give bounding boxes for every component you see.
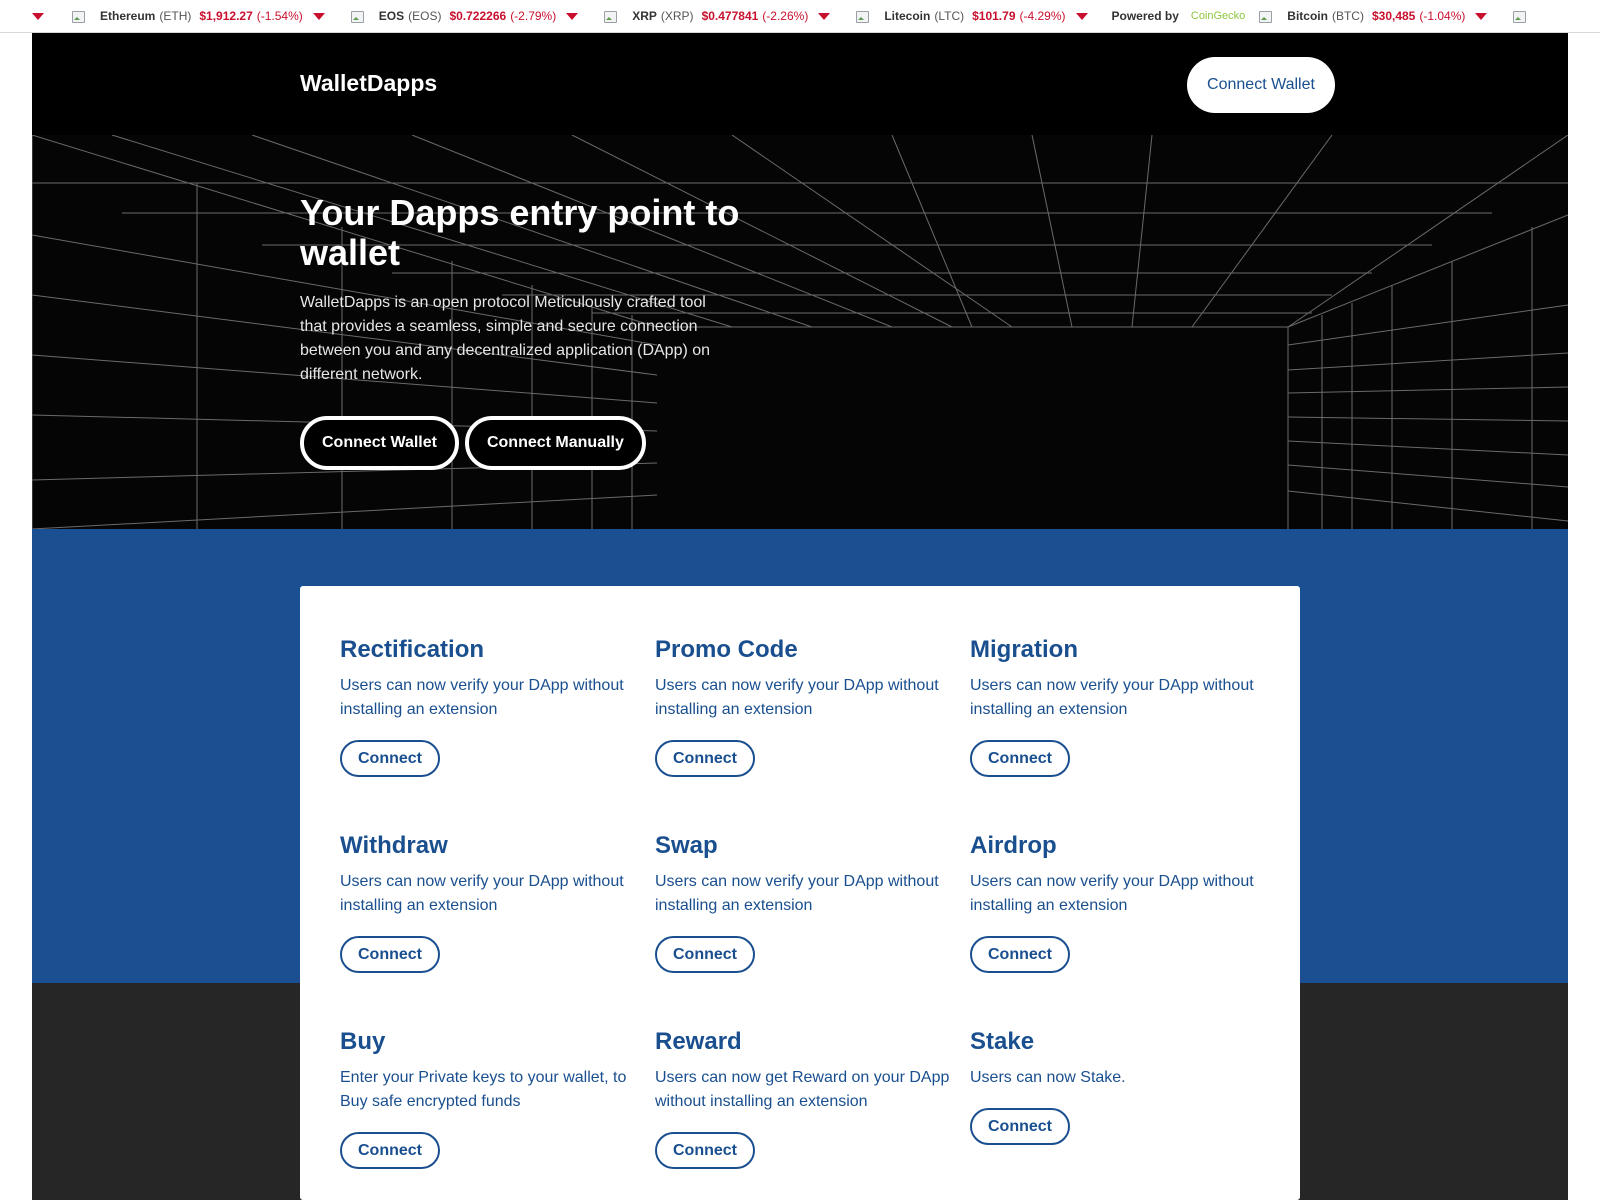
- feature-promo-code: Promo Code Users can now verify your DAp…: [655, 636, 955, 777]
- feature-withdraw: Withdraw Users can now verify your DApp …: [340, 832, 640, 973]
- feature-airdrop: Airdrop Users can now verify your DApp w…: [970, 832, 1270, 973]
- powered-by: Powered by CoinGecko: [1112, 9, 1246, 23]
- perspective-grid-graphic: [32, 135, 1568, 529]
- broken-image-icon: [349, 8, 365, 24]
- ticker-item-eos[interactable]: EOS (EOS) $0.722266 (-2.79%): [349, 8, 579, 24]
- coin-price: $1,912.27: [199, 9, 253, 23]
- header-connect-wallet-button[interactable]: Connect Wallet: [1187, 57, 1335, 113]
- stake-connect-button[interactable]: Connect: [970, 1108, 1070, 1145]
- withdraw-connect-button[interactable]: Connect: [340, 936, 440, 973]
- feature-title: Promo Code: [655, 636, 798, 663]
- caret-down-icon: [566, 12, 579, 20]
- promo-code-connect-button[interactable]: Connect: [655, 740, 755, 777]
- feature-title: Buy: [340, 1028, 386, 1055]
- feature-description: Users can now verify your DApp without i…: [970, 873, 1254, 914]
- coin-price: $30,485: [1371, 9, 1416, 23]
- site-header: WalletDapps Connect Wallet: [32, 33, 1568, 135]
- coin-symbol: (XRP): [660, 9, 694, 23]
- coin-symbol: (LTC): [934, 9, 965, 23]
- feature-description: Users can now verify your DApp without i…: [340, 677, 624, 718]
- buy-connect-button[interactable]: Connect: [340, 1132, 440, 1169]
- feature-description: Users can now get Reward on your DApp wi…: [655, 1069, 950, 1110]
- rectification-connect-button[interactable]: Connect: [340, 740, 440, 777]
- coin-symbol: (ETH): [159, 9, 192, 23]
- feature-description: Users can now verify your DApp without i…: [655, 873, 939, 914]
- coin-name: Ethereum: [100, 9, 156, 23]
- coingecko-link[interactable]: CoinGecko: [1191, 10, 1245, 22]
- feature-title: Rectification: [340, 636, 485, 663]
- reward-connect-button[interactable]: Connect: [655, 1132, 755, 1169]
- coin-price: $0.477841: [701, 9, 759, 23]
- coin-name: EOS: [378, 9, 405, 23]
- broken-image-icon: [1511, 8, 1527, 24]
- hero-connect-manually-button[interactable]: Connect Manually: [464, 416, 646, 470]
- airdrop-connect-button[interactable]: Connect: [970, 936, 1070, 973]
- brand-logo[interactable]: WalletDapps: [300, 70, 437, 97]
- feature-stake: Stake Users can now Stake. Connect: [970, 1028, 1270, 1145]
- coin-name: XRP: [632, 9, 657, 23]
- coin-change: (-2.79%): [510, 9, 557, 23]
- coin-name: Litecoin: [884, 9, 931, 23]
- ticker-item-eth[interactable]: Ethereum (ETH) $1,912.27 (-1.54%): [70, 8, 325, 24]
- feature-title: Stake: [970, 1028, 1035, 1055]
- swap-connect-button[interactable]: Connect: [655, 936, 755, 973]
- feature-title: Reward: [655, 1028, 742, 1055]
- feature-title: Withdraw: [340, 832, 448, 859]
- hero-connect-wallet-button[interactable]: Connect Wallet: [300, 416, 459, 470]
- caret-down-icon: [1475, 12, 1488, 20]
- coin-symbol: (BTC): [1331, 9, 1364, 23]
- feature-reward: Reward Users can now get Reward on your …: [655, 1028, 955, 1169]
- hero-section: Your Dapps entry point to wallet WalletD…: [32, 135, 1568, 529]
- coin-change: (-2.26%): [762, 9, 809, 23]
- hero-title: Your Dapps entry point to wallet: [300, 192, 740, 273]
- feature-description: Users can now verify your DApp without i…: [340, 873, 624, 914]
- coin-symbol: (EOS): [408, 9, 442, 23]
- hero-description: WalletDapps is an open protocol Meticulo…: [300, 294, 711, 383]
- feature-description: Users can now verify your DApp without i…: [970, 677, 1254, 718]
- broken-image-icon: [854, 8, 870, 24]
- caret-down-icon: [1075, 12, 1088, 20]
- broken-image-icon: [70, 8, 86, 24]
- caret-down-icon: [312, 12, 325, 20]
- ticker-item-xrp[interactable]: XRP (XRP) $0.477841 (-2.26%): [602, 8, 831, 24]
- broken-image-icon: [602, 8, 618, 24]
- coin-change: (-4.29%): [1019, 9, 1066, 23]
- coin-name: Bitcoin: [1287, 9, 1328, 23]
- feature-title: Airdrop: [970, 832, 1057, 859]
- caret-down-icon: [818, 12, 831, 20]
- ticker-item-btc[interactable]: Bitcoin (BTC) $30,485 (-1.04%): [1257, 8, 1488, 24]
- feature-description: Users can now verify your DApp without i…: [655, 677, 939, 718]
- feature-description: Enter your Private keys to your wallet, …: [340, 1069, 627, 1110]
- coin-price: $0.722266: [449, 9, 507, 23]
- coin-change: (-1.04%): [1419, 9, 1466, 23]
- feature-title: Migration: [970, 636, 1078, 663]
- feature-rectification: Rectification Users can now verify your …: [340, 636, 640, 777]
- hero-actions: Connect Wallet Connect Manually: [300, 416, 646, 470]
- coin-price: $101.79: [972, 9, 1016, 23]
- ticker-item-ltc[interactable]: Litecoin (LTC) $101.79 (-4.29%): [854, 8, 1088, 24]
- migration-connect-button[interactable]: Connect: [970, 740, 1070, 777]
- powered-by-label: Powered by: [1111, 9, 1179, 23]
- price-ticker: Ethereum (ETH) $1,912.27 (-1.54%) EOS (E…: [0, 0, 1600, 33]
- feature-buy: Buy Enter your Private keys to your wall…: [340, 1028, 640, 1169]
- coin-change: (-1.54%): [256, 9, 303, 23]
- features-card: Rectification Users can now verify your …: [300, 586, 1300, 1200]
- broken-image-icon: [1257, 8, 1273, 24]
- feature-description: Users can now Stake.: [970, 1069, 1126, 1086]
- feature-title: Swap: [655, 832, 718, 859]
- caret-down-icon: [32, 12, 44, 20]
- feature-migration: Migration Users can now verify your DApp…: [970, 636, 1270, 777]
- feature-swap: Swap Users can now verify your DApp with…: [655, 832, 955, 973]
